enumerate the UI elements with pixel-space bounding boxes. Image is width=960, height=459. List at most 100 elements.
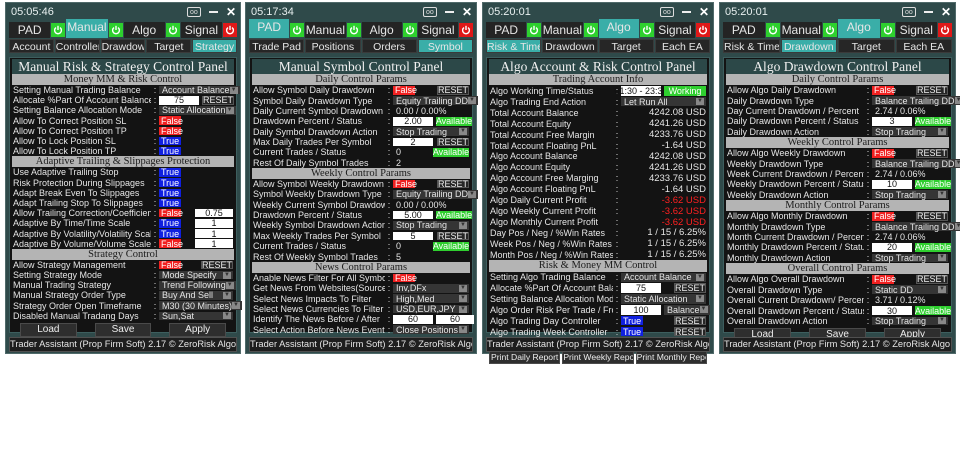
toggle-false[interactable]: False (159, 208, 183, 218)
toggle-true[interactable]: True (159, 167, 181, 177)
tab-signal[interactable]: Signal (417, 22, 458, 38)
subtab-target[interactable]: Target (838, 39, 895, 53)
dropdown-select[interactable]: Stop Trading ▼ (872, 127, 948, 137)
dropdown-select[interactable]: Let Run All ▼ (621, 97, 706, 107)
value-input[interactable]: 75 (621, 283, 661, 293)
reset-button[interactable]: RESET (674, 283, 706, 293)
power-icon[interactable] (108, 23, 123, 37)
screenshot-icon[interactable]: oo (422, 7, 437, 17)
value-input[interactable]: 3 (872, 116, 912, 126)
subtab-risk-time[interactable]: Risk & Time (486, 39, 542, 53)
minimize-icon[interactable] (681, 11, 691, 13)
tab-algo[interactable]: Algo (123, 22, 165, 38)
subtab-risk-time[interactable]: Risk & Time (723, 39, 780, 53)
reset-button[interactable]: RESET (437, 85, 469, 95)
minimize-icon[interactable] (444, 11, 454, 13)
power-icon[interactable] (165, 23, 180, 37)
dropdown-select[interactable]: M30 (30 Minutes) ▼ (159, 301, 243, 311)
reset-button[interactable]: RESET (437, 137, 469, 147)
subtab-positions[interactable]: Positions (305, 39, 361, 53)
subtab-drawdown[interactable]: Drawdown (542, 39, 598, 53)
value-input[interactable]: 1 (195, 218, 233, 228)
dropdown-select[interactable]: Mode Specify ▼ (159, 270, 233, 280)
print-weekly-report-button[interactable]: Print Weekly Report (562, 350, 634, 364)
close-icon[interactable]: ✕ (226, 6, 236, 18)
dropdown-select[interactable]: Static DD ▼ (872, 285, 948, 295)
value-input[interactable]: 5.00 (393, 210, 433, 220)
reset-button[interactable]: RESET (674, 327, 706, 337)
tab-manual[interactable]: Manual (66, 19, 108, 38)
power-icon[interactable] (696, 23, 710, 37)
close-icon[interactable]: ✕ (699, 6, 709, 18)
reset-button[interactable]: RESET (202, 95, 234, 105)
power-icon[interactable] (765, 23, 780, 37)
tab-manual[interactable]: Manual (542, 22, 583, 38)
reset-button[interactable]: RESET (437, 231, 469, 241)
power-icon[interactable] (459, 23, 473, 37)
value-input[interactable]: 1 (195, 239, 233, 249)
dropdown-select[interactable]: Account Balance ▼ (159, 85, 240, 95)
screenshot-icon[interactable]: oo (186, 7, 201, 17)
dropdown-select[interactable]: Static Allocation ▼ (159, 105, 236, 115)
value-input[interactable]: 0.75 (195, 208, 233, 218)
power-icon[interactable] (51, 23, 66, 37)
close-icon[interactable]: ✕ (462, 6, 472, 18)
toggle-false[interactable]: False (159, 239, 183, 249)
dropdown-select[interactable]: High,Med ▼ (393, 294, 469, 304)
load-button[interactable]: Load (20, 323, 77, 337)
dropdown-select[interactable]: Balance ▼ (664, 305, 710, 315)
subtab-target[interactable]: Target (598, 39, 654, 53)
power-icon[interactable] (290, 23, 305, 37)
subtab-each-ea[interactable]: Each EA (654, 39, 710, 53)
toggle-false[interactable]: False (159, 116, 183, 126)
subtab-controller[interactable]: Controller (54, 39, 100, 53)
power-icon[interactable] (402, 23, 417, 37)
toggle-true[interactable]: True (621, 327, 643, 337)
tab-algo[interactable]: Algo (598, 19, 639, 38)
toggle-true[interactable]: True (159, 229, 181, 239)
value-input[interactable]: 5 (393, 231, 433, 241)
reset-button[interactable]: RESET (916, 148, 948, 158)
subtab-each-ea[interactable]: Each EA (895, 39, 952, 53)
toggle-false[interactable]: False (872, 85, 896, 95)
toggle-false[interactable]: False (393, 273, 417, 283)
subtab-drawdown[interactable]: Drawdown (100, 39, 146, 53)
value-input[interactable]: 60 (393, 314, 433, 324)
tab-pad[interactable]: PAD (723, 22, 765, 38)
value-input[interactable]: 30 (872, 306, 912, 316)
apply-button[interactable]: Apply (169, 323, 227, 337)
power-icon[interactable] (938, 23, 952, 37)
value-input[interactable]: 2 (393, 137, 433, 147)
reset-button[interactable]: RESET (437, 179, 469, 189)
toggle-true[interactable]: True (159, 198, 181, 208)
value-input[interactable]: 2.00 (393, 116, 433, 126)
value-input[interactable]: 01:30 - 23:30 (614, 86, 667, 96)
minimize-icon[interactable] (208, 11, 218, 13)
reset-button[interactable]: RESET (201, 260, 233, 270)
close-icon[interactable]: ✕ (941, 6, 951, 18)
toggle-false[interactable]: False (393, 85, 417, 95)
minimize-icon[interactable] (923, 11, 933, 13)
dropdown-select[interactable]: Balance Trailing DD ▼ (872, 159, 960, 169)
dropdown-select[interactable]: Close Positions ▼ (393, 325, 469, 335)
tab-manual[interactable]: Manual (305, 22, 346, 38)
dropdown-select[interactable]: Account Balance ▼ (621, 272, 706, 282)
subtab-target[interactable]: Target (146, 39, 192, 53)
dropdown-select[interactable]: Inv,DFx ▼ (393, 283, 469, 293)
dropdown-select[interactable]: Stop Trading ▼ (872, 316, 948, 326)
print-daily-report-button[interactable]: Print Daily Report (489, 350, 561, 364)
tab-algo[interactable]: Algo (838, 19, 880, 38)
toggle-true[interactable]: True (159, 178, 181, 188)
toggle-false[interactable]: False (159, 260, 183, 270)
dropdown-select[interactable]: Sun,Sat ▼ (159, 311, 233, 321)
reset-button[interactable]: RESET (674, 316, 706, 326)
subtab-strategy[interactable]: Strategy (192, 39, 237, 53)
dropdown-select[interactable]: Buy And Sell ▼ (159, 290, 233, 300)
subtab-account[interactable]: Account (9, 39, 54, 53)
dropdown-select[interactable]: Stop Trading ▼ (393, 127, 469, 137)
tab-pad[interactable]: PAD (486, 22, 527, 38)
toggle-true[interactable]: True (159, 218, 181, 228)
dropdown-select[interactable]: Static Allocation ▼ (621, 294, 706, 304)
toggle-false[interactable]: False (393, 179, 417, 189)
tab-pad[interactable]: PAD (249, 19, 290, 38)
